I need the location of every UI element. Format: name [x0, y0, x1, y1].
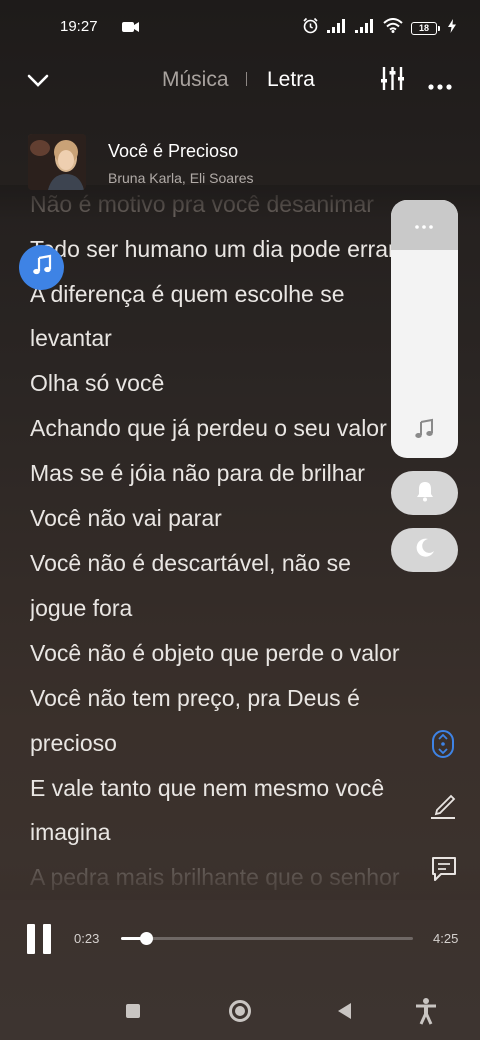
- accessibility-icon[interactable]: [414, 997, 438, 1030]
- music-note-icon: [413, 418, 435, 445]
- seek-bar[interactable]: [121, 932, 413, 945]
- floating-music-button[interactable]: [19, 245, 64, 290]
- home-button[interactable]: [229, 1000, 251, 1022]
- song-header: Você é Precioso Bruna Karla, Eli Soares: [28, 134, 388, 192]
- status-icons: 18: [302, 17, 456, 39]
- battery-level: 18: [411, 21, 437, 35]
- comment-icon[interactable]: [430, 855, 458, 888]
- moon-icon: [415, 538, 435, 563]
- do-not-disturb-button[interactable]: [391, 528, 458, 572]
- music-note-icon: [31, 254, 53, 281]
- lyric-line: Você não tem preço, pra Deus é: [30, 685, 360, 711]
- lyric-line: levantar: [30, 325, 112, 351]
- alarm-icon: [302, 17, 319, 39]
- edit-icon[interactable]: [429, 792, 457, 825]
- lyric-line: precioso: [30, 730, 117, 756]
- seek-thumb[interactable]: [140, 932, 154, 945]
- lyric-line: Todo ser humano um dia pode errar: [30, 236, 396, 262]
- album-art[interactable]: [28, 134, 86, 190]
- chevron-down-icon[interactable]: [26, 68, 50, 97]
- auto-scroll-icon[interactable]: [431, 729, 455, 764]
- ringer-button[interactable]: [391, 471, 458, 515]
- lyric-line: Você não vai parar: [30, 505, 222, 531]
- recent-apps-button[interactable]: [126, 1004, 140, 1018]
- tab-music[interactable]: Música: [162, 68, 229, 92]
- signal-icon: [355, 18, 375, 38]
- lyric-line: E vale tanto que nem mesmo você: [30, 775, 385, 801]
- tab-divider: [246, 72, 247, 86]
- more-dots-icon[interactable]: [413, 217, 435, 235]
- lyric-line: A diferença é quem escolhe se: [30, 281, 345, 307]
- charging-bolt-icon: [448, 18, 456, 38]
- more-options-icon[interactable]: [428, 77, 452, 95]
- lyric-line: Achando que já perdeu o seu valor: [30, 415, 387, 441]
- player-controls: 0:23 4:25: [0, 910, 480, 970]
- song-title: Você é Precioso: [108, 141, 239, 161]
- lyric-line: A pedra mais brilhante que o senhor: [30, 864, 400, 890]
- lyric-line: imagina: [30, 819, 111, 845]
- signal-icon: [327, 18, 347, 38]
- back-button[interactable]: [338, 1003, 352, 1024]
- video-camera-icon: [122, 20, 140, 38]
- lyric-line: Não é motivo pra você desanimar: [30, 191, 374, 217]
- lyric-line: Mas se é jóia não para de brilhar: [30, 460, 365, 486]
- song-artist: Bruna Karla, Eli Soares: [108, 170, 254, 186]
- wifi-icon: [383, 18, 403, 38]
- system-nav-bar: [0, 990, 480, 1040]
- lyric-line: Você não é objeto que perde o valor: [30, 640, 400, 666]
- total-time: 4:25: [433, 931, 459, 946]
- top-bar: Música Letra: [0, 56, 480, 106]
- bell-icon: [415, 480, 435, 507]
- pause-button[interactable]: [27, 924, 53, 954]
- tab-lyrics[interactable]: Letra: [267, 68, 315, 92]
- status-bar: 19:27 18: [0, 0, 480, 56]
- lyric-line: Você não é descartável, não se: [30, 550, 351, 576]
- lyric-line: Olha só você: [30, 370, 165, 396]
- equalizer-icon[interactable]: [380, 66, 405, 96]
- lyric-line: jogue fora: [30, 595, 133, 621]
- current-time: 0:23: [74, 931, 100, 946]
- status-time: 19:27: [60, 18, 98, 35]
- volume-side-panel[interactable]: [391, 200, 458, 458]
- battery-icon: 18: [411, 21, 440, 35]
